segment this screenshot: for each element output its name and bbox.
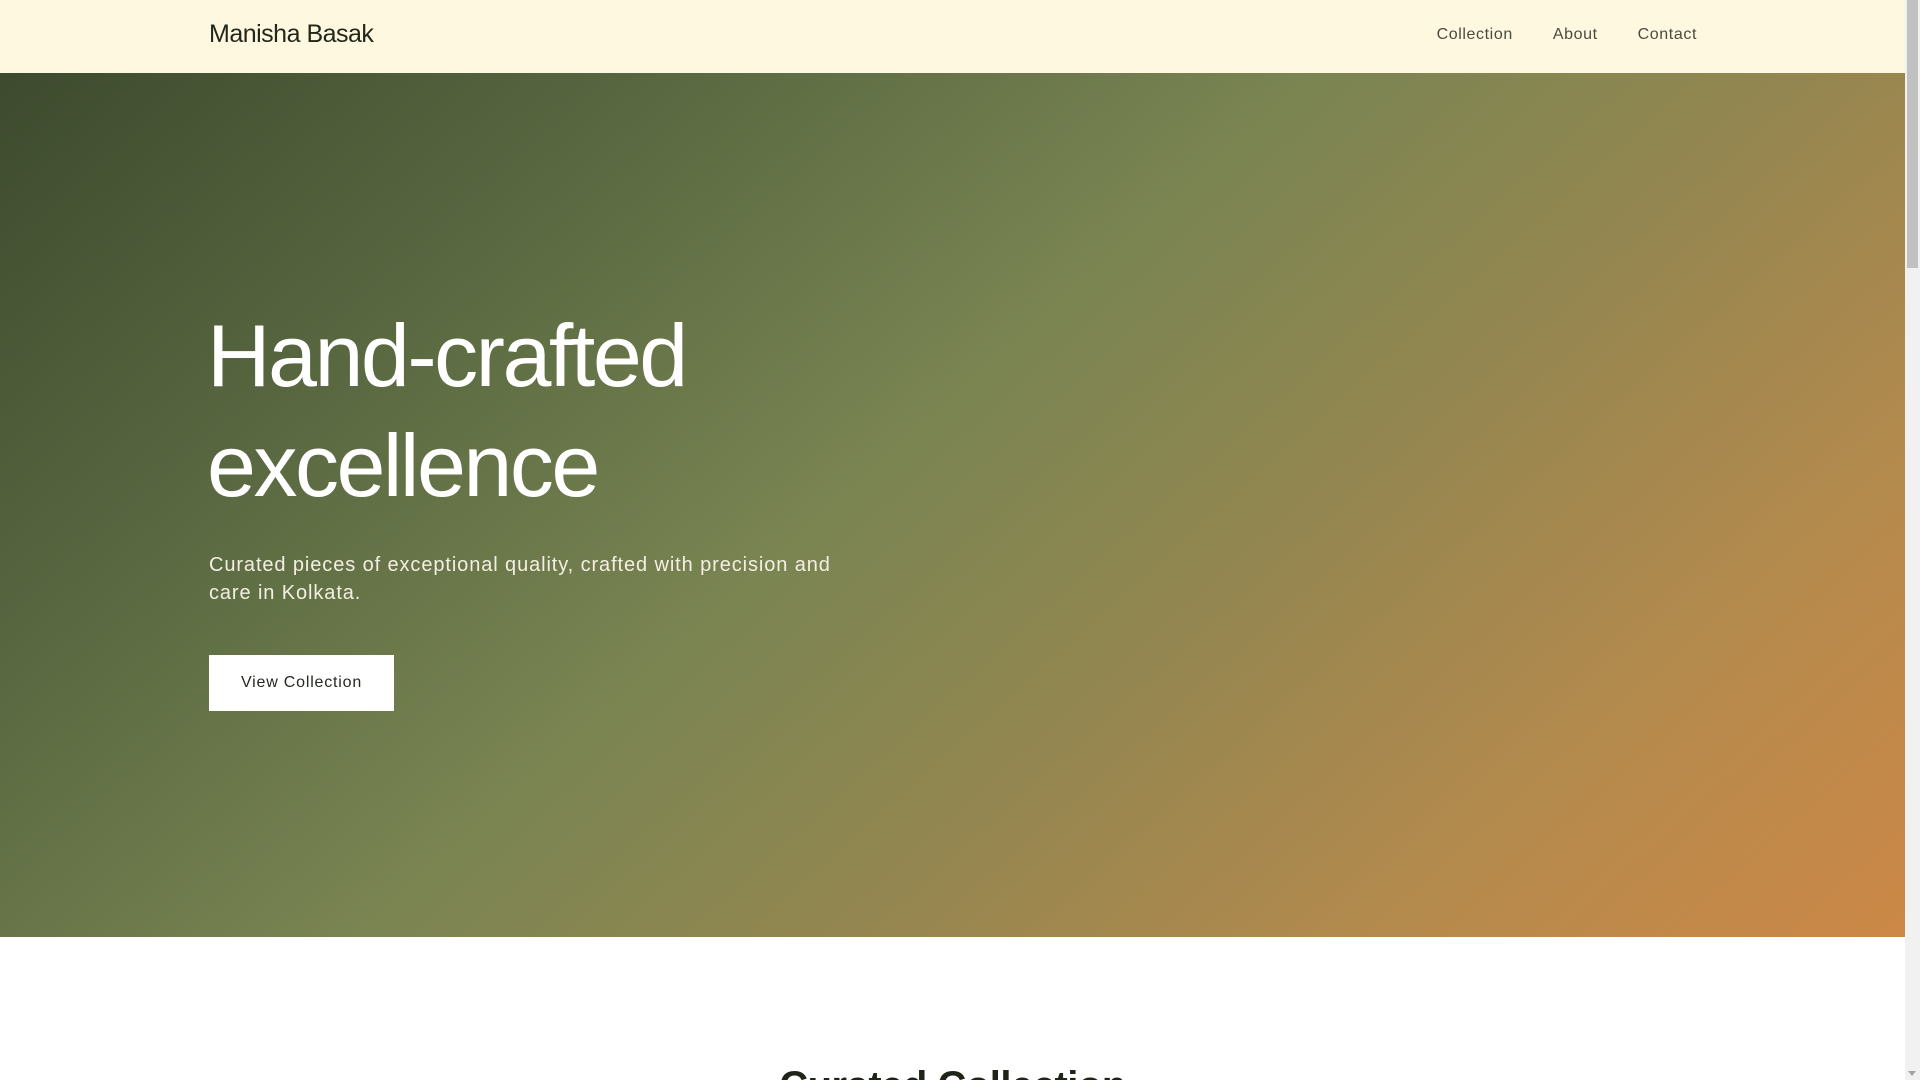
hero-title-line-1: Hand-crafted (207, 306, 688, 405)
scroll-down-arrow-icon[interactable] (1908, 1071, 1916, 1076)
brand-logo-link[interactable]: Manisha Basak (209, 20, 374, 49)
page: Manisha Basak Collection About Contact H… (0, 0, 1905, 1080)
hero-title-line-2: excellence (207, 416, 600, 515)
hero-title: Hand-crafted excellence (207, 301, 1107, 521)
scrollbar-thumb[interactable] (1907, 0, 1918, 268)
site-header: Manisha Basak Collection About Contact (0, 0, 1905, 73)
nav-link-about[interactable]: About (1553, 26, 1598, 44)
nav-link-collection[interactable]: Collection (1437, 26, 1513, 44)
collection-section-title: Curated Collection (0, 1061, 1905, 1080)
vertical-scrollbar[interactable] (1905, 0, 1920, 1080)
view-collection-button[interactable]: View Collection (209, 655, 394, 711)
main-nav: Collection About Contact (1437, 26, 1697, 44)
hero-subtitle: Curated pieces of exceptional quality, c… (209, 554, 831, 604)
nav-link-contact[interactable]: Contact (1638, 26, 1697, 44)
hero-section: Hand-crafted excellence Curated pieces o… (0, 73, 1905, 937)
